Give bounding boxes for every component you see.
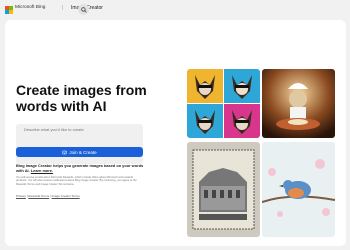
fine-print: You will receive emails about Microsoft … <box>16 176 137 186</box>
image-creator-terms-link[interactable]: Image Creator Terms <box>52 194 80 198</box>
chihuahua-grid-art <box>187 69 260 138</box>
chef-dog-art <box>262 69 335 138</box>
prompt-box[interactable] <box>16 124 143 164</box>
join-icon <box>62 150 68 154</box>
join-create-label: Join & Create <box>69 149 97 155</box>
footer-links: Privacy | Rewards Terms | Image Creator … <box>16 194 146 198</box>
bird-art <box>262 142 335 237</box>
gallery-image-bird[interactable] <box>262 142 335 237</box>
learn-more-link[interactable]: Learn more. <box>31 168 53 173</box>
main-card: Create images from words with AI Join & … <box>5 20 346 246</box>
hero-title: Create images from words with AI <box>16 82 147 114</box>
gallery-image-stamp[interactable] <box>187 142 260 237</box>
header-divider: | <box>62 5 64 11</box>
microsoft-logo-icon[interactable] <box>5 6 13 14</box>
search-icon <box>80 6 87 13</box>
description: Bing Image Creator helps you generate im… <box>16 163 146 173</box>
rewards-terms-link[interactable]: Rewards Terms <box>28 194 49 198</box>
join-create-button[interactable]: Join & Create <box>16 147 143 157</box>
top-bar: Microsoft Bing | Image Creator <box>0 0 350 20</box>
privacy-link[interactable]: Privacy <box>16 194 26 198</box>
stamp-art <box>187 142 260 237</box>
prompt-input[interactable] <box>22 126 136 133</box>
search-button[interactable] <box>78 4 89 15</box>
gallery-image-chef-dog[interactable] <box>262 69 335 138</box>
brand-name[interactable]: Microsoft Bing <box>15 5 45 10</box>
gallery-image-chihuahua-grid[interactable] <box>187 69 260 138</box>
